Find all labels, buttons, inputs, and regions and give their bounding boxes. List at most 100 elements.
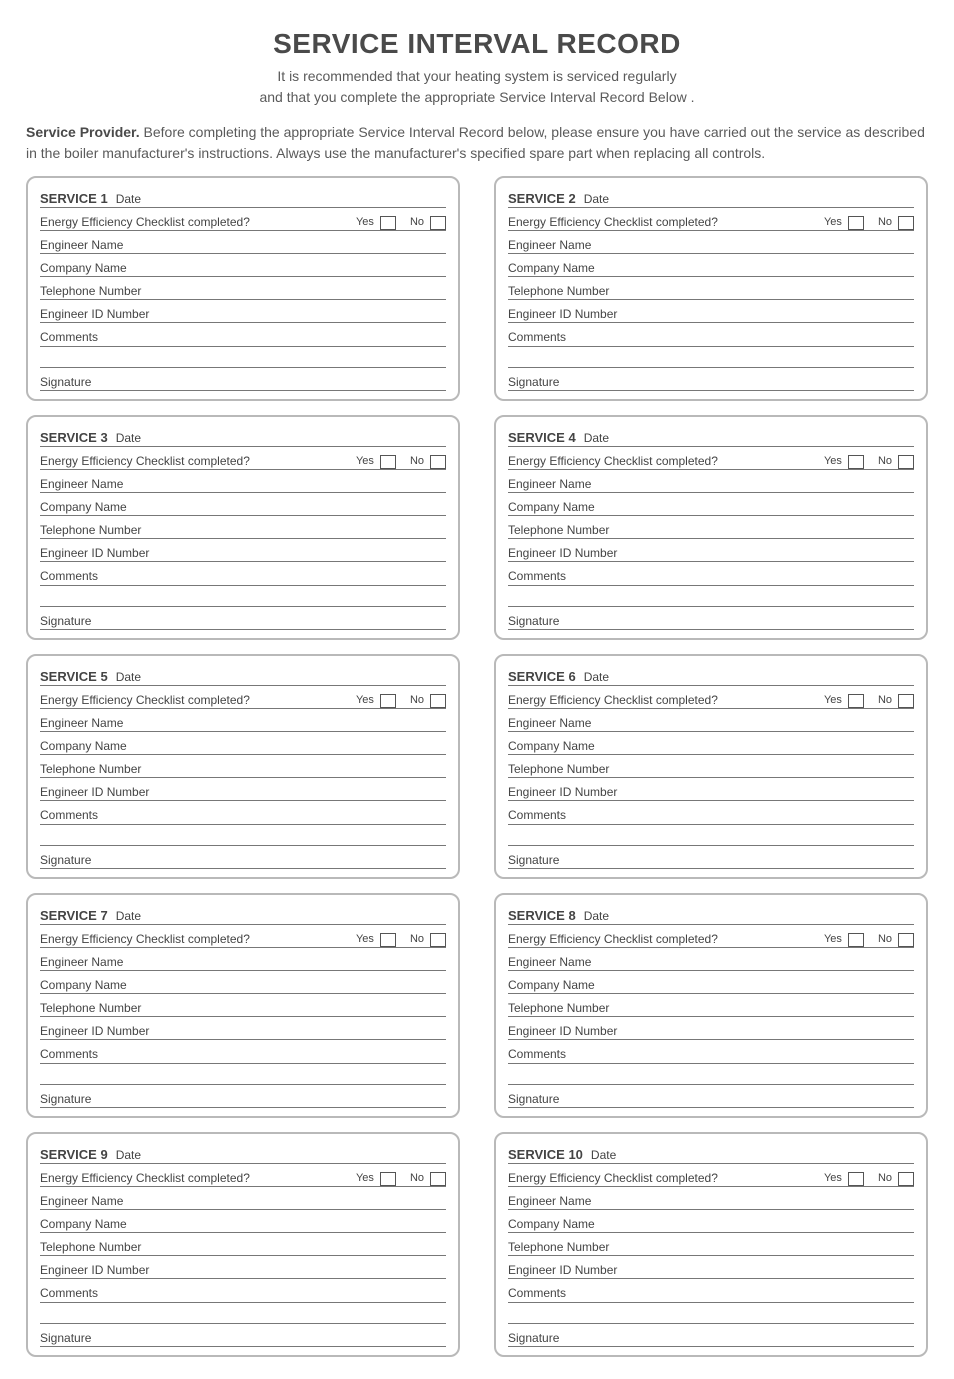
date-label: Date [116, 909, 141, 923]
comments-line-2[interactable] [40, 825, 446, 846]
yes-checkbox[interactable] [380, 694, 396, 708]
engineer-id-number-field[interactable]: Engineer ID Number [40, 300, 446, 323]
engineer-name-field[interactable]: Engineer Name [40, 470, 446, 493]
yes-checkbox[interactable] [380, 1172, 396, 1186]
telephone-number-field[interactable]: Telephone Number [508, 1233, 914, 1256]
comments-line-2[interactable] [508, 1303, 914, 1324]
engineer-id-number-field[interactable]: Engineer ID Number [40, 778, 446, 801]
signature-field[interactable]: Signature [40, 846, 446, 869]
no-checkbox[interactable] [430, 933, 446, 947]
yes-checkbox[interactable] [380, 933, 396, 947]
company-name-field[interactable]: Company Name [40, 493, 446, 516]
yes-checkbox[interactable] [848, 1172, 864, 1186]
telephone-number-field[interactable]: Telephone Number [40, 516, 446, 539]
no-checkbox[interactable] [898, 455, 914, 469]
no-checkbox[interactable] [898, 933, 914, 947]
yes-no-group: YesNo [356, 454, 446, 468]
engineer-id-number-field[interactable]: Engineer ID Number [508, 1017, 914, 1040]
comments-row[interactable]: Comments [40, 562, 446, 584]
signature-field[interactable]: Signature [508, 846, 914, 869]
company-name-field[interactable]: Company Name [508, 254, 914, 277]
telephone-number-field[interactable]: Telephone Number [40, 755, 446, 778]
telephone-number-field[interactable]: Telephone Number [508, 994, 914, 1017]
engineer-name-field-label: Engineer Name [508, 716, 591, 730]
yes-checkbox[interactable] [848, 455, 864, 469]
engineer-id-number-field[interactable]: Engineer ID Number [508, 300, 914, 323]
engineer-name-field[interactable]: Engineer Name [508, 948, 914, 971]
telephone-number-field[interactable]: Telephone Number [40, 1233, 446, 1256]
no-checkbox[interactable] [430, 1172, 446, 1186]
comments-line-2[interactable] [40, 1303, 446, 1324]
telephone-number-field[interactable]: Telephone Number [508, 516, 914, 539]
yes-checkbox[interactable] [848, 933, 864, 947]
comments-row[interactable]: Comments [40, 801, 446, 823]
company-name-field[interactable]: Company Name [40, 971, 446, 994]
comments-row[interactable]: Comments [508, 801, 914, 823]
signature-field[interactable]: Signature [508, 1085, 914, 1108]
company-name-field[interactable]: Company Name [508, 971, 914, 994]
yes-checkbox[interactable] [848, 216, 864, 230]
comments-row[interactable]: Comments [40, 323, 446, 345]
engineer-name-field[interactable]: Engineer Name [508, 470, 914, 493]
service-card-4: SERVICE 4DateEnergy Efficiency Checklist… [494, 415, 928, 640]
engineer-name-field[interactable]: Engineer Name [40, 948, 446, 971]
signature-field[interactable]: Signature [40, 607, 446, 630]
company-name-field[interactable]: Company Name [40, 254, 446, 277]
no-checkbox[interactable] [898, 694, 914, 708]
comments-line-2[interactable] [508, 347, 914, 368]
comments-label: Comments [40, 330, 98, 344]
signature-field[interactable]: Signature [508, 1324, 914, 1347]
signature-field[interactable]: Signature [508, 607, 914, 630]
engineer-name-field[interactable]: Engineer Name [40, 1187, 446, 1210]
signature-field[interactable]: Signature [40, 1324, 446, 1347]
engineer-id-number-field[interactable]: Engineer ID Number [40, 1017, 446, 1040]
signature-field[interactable]: Signature [40, 368, 446, 391]
engineer-name-field[interactable]: Engineer Name [40, 709, 446, 732]
signature-field[interactable]: Signature [40, 1085, 446, 1108]
checklist-row: Energy Efficiency Checklist completed?Ye… [508, 1164, 914, 1187]
comments-line-2[interactable] [40, 1064, 446, 1085]
engineer-name-field[interactable]: Engineer Name [40, 231, 446, 254]
yes-checkbox[interactable] [380, 455, 396, 469]
yes-label: Yes [824, 216, 842, 228]
engineer-name-field[interactable]: Engineer Name [508, 1187, 914, 1210]
comments-line-2[interactable] [508, 825, 914, 846]
engineer-name-field[interactable]: Engineer Name [508, 709, 914, 732]
service-card-3: SERVICE 3DateEnergy Efficiency Checklist… [26, 415, 460, 640]
engineer-id-number-field[interactable]: Engineer ID Number [40, 1256, 446, 1279]
comments-line-2[interactable] [40, 586, 446, 607]
company-name-field[interactable]: Company Name [508, 1210, 914, 1233]
telephone-number-field[interactable]: Telephone Number [508, 277, 914, 300]
no-checkbox[interactable] [898, 216, 914, 230]
comments-row[interactable]: Comments [40, 1040, 446, 1062]
no-checkbox[interactable] [430, 216, 446, 230]
company-name-field[interactable]: Company Name [508, 732, 914, 755]
comments-row[interactable]: Comments [508, 1040, 914, 1062]
no-checkbox[interactable] [898, 1172, 914, 1186]
comments-row[interactable]: Comments [508, 323, 914, 345]
engineer-name-field[interactable]: Engineer Name [508, 231, 914, 254]
company-name-field[interactable]: Company Name [508, 493, 914, 516]
telephone-number-field[interactable]: Telephone Number [40, 994, 446, 1017]
signature-field[interactable]: Signature [508, 368, 914, 391]
company-name-field[interactable]: Company Name [40, 732, 446, 755]
yes-checkbox[interactable] [380, 216, 396, 230]
comments-line-2[interactable] [508, 586, 914, 607]
comments-row[interactable]: Comments [40, 1279, 446, 1301]
engineer-id-number-field[interactable]: Engineer ID Number [508, 1256, 914, 1279]
telephone-number-field[interactable]: Telephone Number [40, 277, 446, 300]
company-name-field-label: Company Name [40, 1217, 127, 1231]
yes-checkbox[interactable] [848, 694, 864, 708]
comments-line-2[interactable] [40, 347, 446, 368]
comments-row[interactable]: Comments [508, 1279, 914, 1301]
engineer-id-number-field[interactable]: Engineer ID Number [40, 539, 446, 562]
comments-line-2[interactable] [508, 1064, 914, 1085]
telephone-number-field[interactable]: Telephone Number [508, 755, 914, 778]
comments-row[interactable]: Comments [508, 562, 914, 584]
no-checkbox[interactable] [430, 455, 446, 469]
no-checkbox[interactable] [430, 694, 446, 708]
engineer-id-number-field[interactable]: Engineer ID Number [508, 539, 914, 562]
company-name-field[interactable]: Company Name [40, 1210, 446, 1233]
engineer-id-number-field[interactable]: Engineer ID Number [508, 778, 914, 801]
checklist-row: Energy Efficiency Checklist completed?Ye… [508, 208, 914, 231]
